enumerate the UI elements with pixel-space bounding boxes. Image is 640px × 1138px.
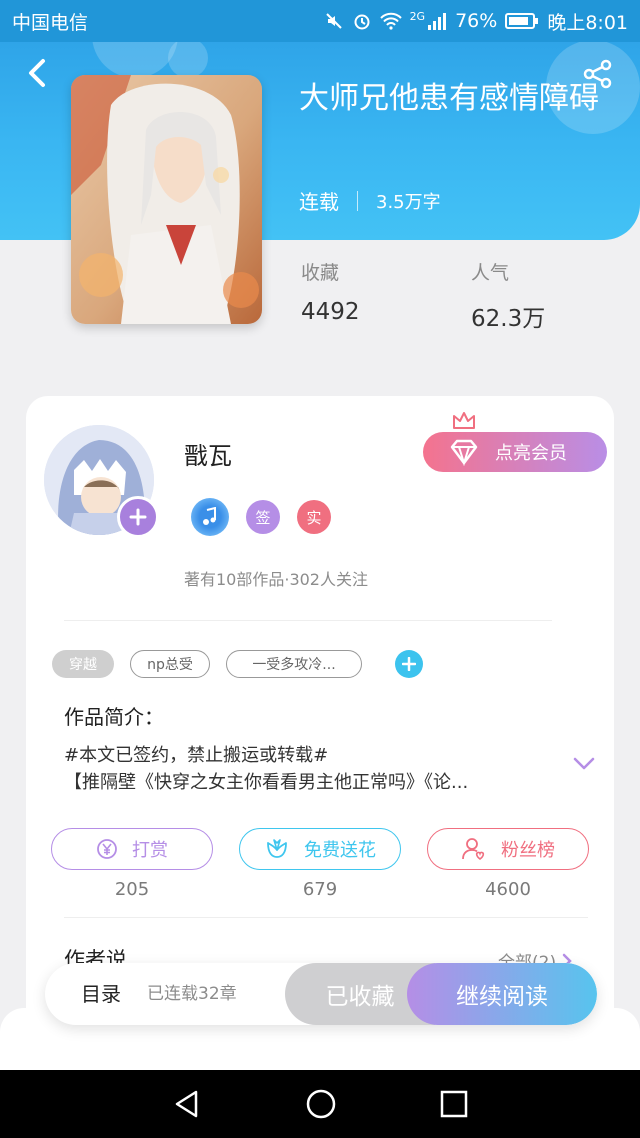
favorites-value: 4492: [301, 299, 360, 325]
status-bar: 中国电信 2G 76% 晚上8:01: [0, 0, 640, 42]
send-flower-button[interactable]: 免费送花: [239, 828, 401, 870]
reward-button[interactable]: 打赏: [51, 828, 213, 870]
wifi-icon: [379, 12, 402, 30]
decor-bubble: [168, 38, 208, 78]
diamond-icon: [450, 439, 478, 466]
popularity-stat: 人气 62.3万: [471, 258, 545, 333]
serial-status: 连载: [299, 190, 339, 214]
plus-icon: [129, 508, 147, 526]
chevron-left-icon: [29, 59, 45, 87]
flower-count: 679: [302, 879, 338, 900]
mute-icon: [325, 13, 342, 29]
fan-ranking-button[interactable]: 粉丝榜: [427, 828, 589, 870]
cover-illustration: [71, 75, 262, 324]
system-nav-bar: [0, 1070, 640, 1138]
continue-reading-button[interactable]: 继续阅读: [407, 963, 597, 1025]
yen-coin-icon: [97, 839, 117, 859]
book-title: 大师兄他患有感情障碍: [299, 81, 599, 116]
word-count: 3.5万字: [376, 191, 441, 213]
favorites-label: 收藏: [301, 262, 340, 284]
vip-label: 点亮会员: [495, 443, 567, 464]
back-button[interactable]: [20, 56, 54, 90]
clock: 晚上8:01: [547, 11, 628, 34]
chevron-down-icon[interactable]: [572, 756, 596, 772]
favorites-stat: 收藏 4492: [301, 258, 360, 325]
reward-count: 205: [114, 879, 150, 900]
author-summary: 著有10部作品·302人关注: [184, 570, 368, 589]
nav-recents-icon[interactable]: [440, 1090, 468, 1118]
reward-label: 打赏: [132, 840, 168, 861]
tag-chip[interactable]: 穿越: [52, 650, 114, 678]
send-flower-label: 免费送花: [304, 840, 376, 861]
section-divider: [64, 620, 552, 621]
author-name[interactable]: 戬瓦: [184, 436, 232, 471]
flower-icon: [267, 839, 287, 858]
intro-line: #本文已签约，禁止搬运或转载#: [64, 745, 329, 766]
share-button[interactable]: [578, 56, 618, 92]
battery-icon: [505, 12, 539, 30]
intro-title: 作品简介：: [64, 705, 164, 729]
share-icon: [583, 59, 612, 89]
tag-chip[interactable]: np总受: [130, 650, 210, 678]
crown-icon: [453, 412, 475, 429]
fan-count: 4600: [485, 879, 531, 900]
plus-icon: [402, 657, 416, 671]
bottom-action-bar: 目录 已连载32章 已收藏 继续阅读: [45, 963, 597, 1025]
carrier-label: 中国电信: [12, 11, 89, 34]
toc-button[interactable]: 目录: [81, 963, 121, 1025]
network-type: 2G: [409, 9, 426, 23]
vip-button[interactable]: 点亮会员: [423, 432, 607, 472]
popularity-value: 62.3万: [471, 306, 546, 332]
section-divider: [64, 917, 588, 918]
popularity-label: 人气: [471, 262, 510, 284]
fan-ranking-label: 粉丝榜: [501, 840, 555, 861]
add-tag-button[interactable]: [395, 650, 423, 678]
verified-badge: 实: [297, 500, 331, 534]
chapter-count: 已连载32章: [147, 984, 237, 1004]
user-heart-icon: [462, 838, 485, 861]
follow-author-button[interactable]: [117, 496, 159, 538]
battery-percent: 76%: [455, 10, 498, 32]
intro-line: 【推隔壁《快穿之女主你看看男主他正常吗》《论...: [64, 772, 469, 793]
signal-icon: [428, 13, 447, 30]
nav-back-icon[interactable]: [172, 1089, 202, 1119]
signed-badge: 签: [246, 500, 280, 534]
meta-divider: [357, 190, 358, 211]
book-meta: 连载 3.5万字: [299, 186, 441, 215]
nav-home-icon[interactable]: [305, 1088, 337, 1120]
alarm-icon: [354, 14, 370, 30]
tag-chip[interactable]: 一受多攻冷...: [226, 650, 362, 678]
music-badge-icon: [191, 498, 229, 536]
book-cover[interactable]: [71, 75, 262, 324]
